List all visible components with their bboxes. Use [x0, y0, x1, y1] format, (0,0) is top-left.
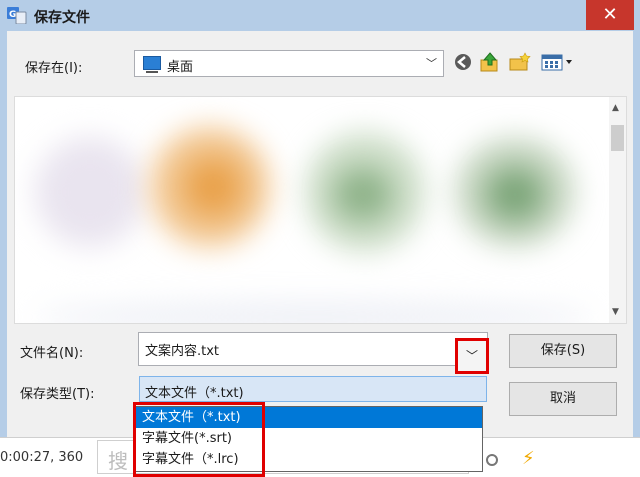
- dialog-body: 保存在(I): 桌面 ﹀ ▲ ▼ 文件名(N): 文案内容.txt 保存(S) …: [7, 31, 633, 437]
- filetype-label: 保存类型(T):: [20, 387, 95, 402]
- view-menu-icon[interactable]: [541, 52, 575, 72]
- save-in-value: 桌面: [167, 60, 194, 75]
- filetype-option-txt[interactable]: 文本文件（*.txt): [134, 407, 482, 428]
- filename-value: 文案内容.txt: [145, 344, 220, 359]
- timecode: 0:00:27, 360: [0, 450, 84, 465]
- close-button[interactable]: ✕: [586, 0, 634, 30]
- app-icon: G: [7, 7, 27, 24]
- filetype-option-srt[interactable]: 字幕文件(*.srt): [134, 428, 482, 449]
- close-icon: ✕: [602, 4, 618, 25]
- title-bar[interactable]: G 保存文件 ✕: [0, 0, 640, 31]
- file-list[interactable]: ▲ ▼: [14, 96, 627, 324]
- filetype-value: 文本文件（*.txt): [145, 386, 244, 401]
- filename-label: 文件名(N):: [20, 346, 84, 361]
- save-file-dialog: G 保存文件 ✕ 保存在(I): 桌面 ﹀ ▲ ▼ 文件名(N): 文案内容.t…: [0, 0, 640, 437]
- filetype-option-lrc[interactable]: 字幕文件（*.lrc): [134, 449, 482, 470]
- scroll-up-icon[interactable]: ▲: [612, 103, 619, 113]
- back-icon[interactable]: [453, 52, 473, 72]
- chevron-down-icon: ﹀: [426, 57, 437, 70]
- save-in-combobox[interactable]: 桌面 ﹀: [134, 50, 444, 77]
- search-placeholder: 搜: [108, 449, 128, 473]
- scroll-down-icon[interactable]: ▼: [612, 307, 619, 317]
- clock-icon[interactable]: [486, 454, 498, 466]
- save-button[interactable]: 保存(S): [509, 334, 617, 368]
- filename-input[interactable]: 文案内容.txt: [138, 332, 488, 366]
- window-title: 保存文件: [34, 10, 90, 26]
- new-folder-icon[interactable]: [509, 52, 531, 72]
- desktop-icon: [143, 56, 161, 73]
- filetype-dropdown-button[interactable]: ﹀: [455, 338, 489, 374]
- up-folder-icon[interactable]: [479, 52, 501, 72]
- save-in-label: 保存在(I):: [25, 61, 83, 76]
- chevron-down-icon: ﹀: [465, 349, 478, 363]
- cancel-button[interactable]: 取消: [509, 382, 617, 416]
- vertical-scrollbar[interactable]: ▲ ▼: [609, 97, 626, 323]
- filetype-combobox[interactable]: 文本文件（*.txt): [139, 376, 487, 402]
- lightning-icon[interactable]: ⚡: [522, 448, 535, 469]
- filetype-dropdown-list: 文本文件（*.txt) 字幕文件(*.srt) 字幕文件（*.lrc): [133, 406, 483, 472]
- scroll-thumb[interactable]: [611, 125, 624, 151]
- svg-text:G: G: [9, 10, 16, 20]
